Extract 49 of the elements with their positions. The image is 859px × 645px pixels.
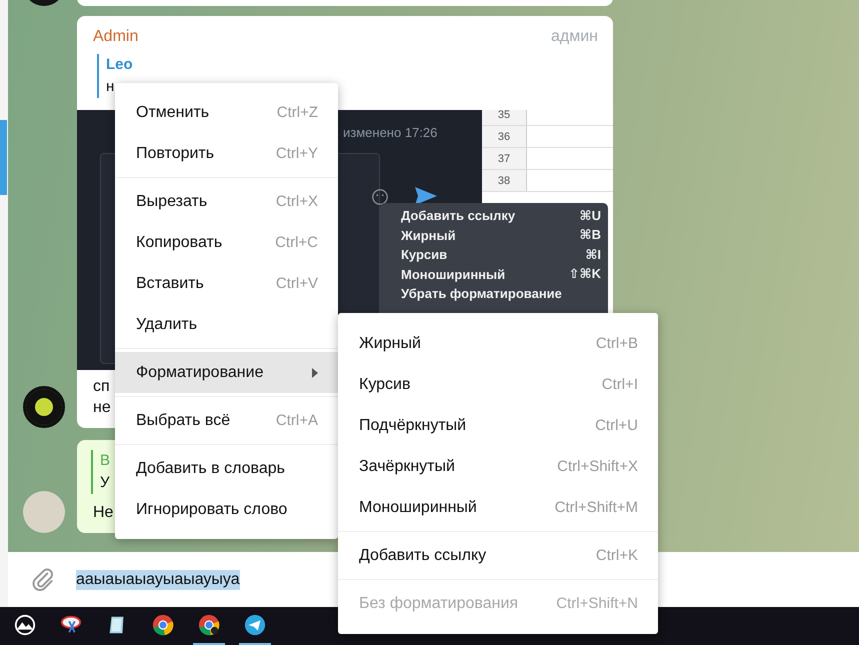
menu-item-label: Жирный	[401, 228, 456, 243]
menu-item[interactable]: Игнорировать слово	[115, 489, 338, 530]
row-number: 37	[482, 148, 527, 169]
sender-name: Admin	[93, 28, 138, 46]
menu-item[interactable]: Курсив Ctrl+I	[338, 364, 658, 405]
quote-text: У	[100, 473, 110, 493]
row-number: 36	[482, 126, 527, 147]
menu-item[interactable]: Вырезать Ctrl+X	[115, 181, 338, 222]
menu-item-label: Добавить ссылку	[401, 208, 516, 224]
menu-item-label: Курсив	[401, 247, 448, 262]
quote-author: В	[100, 451, 110, 471]
menu-item[interactable]: Добавить в словарь	[115, 448, 338, 489]
shortcut-label: ⌘U	[580, 208, 601, 224]
menu-item[interactable]: Удалить	[115, 304, 338, 345]
menu-item[interactable]: Форматирование	[115, 352, 338, 393]
menu-item[interactable]: Жирный Ctrl+B	[338, 323, 658, 364]
message-text: Не	[93, 503, 114, 523]
quote-text: н	[106, 77, 114, 97]
paperclip-icon[interactable]	[30, 566, 56, 592]
menu-item[interactable]: Подчёркнутый Ctrl+U	[338, 405, 658, 446]
row-number: 38	[482, 170, 527, 191]
menu-item[interactable]: Выбрать всё Ctrl+A	[115, 400, 338, 441]
menu-item[interactable]: Моноширинный Ctrl+Shift+M	[338, 487, 658, 528]
menu-item[interactable]: Зачёркнутый Ctrl+Shift+X	[338, 446, 658, 487]
shortcut-label: ⌘B	[580, 227, 601, 244]
edited-label: изменено 17:26	[343, 125, 438, 140]
row-number: 35	[482, 110, 527, 125]
avatar	[23, 386, 65, 428]
menu-item[interactable]: Повторить Ctrl+Y	[115, 133, 338, 174]
avatar	[23, 491, 65, 533]
role-label: админ	[550, 28, 598, 46]
message-text: не	[93, 398, 111, 418]
menu-item-label: Моноширинный	[401, 266, 506, 282]
smiley-icon	[371, 188, 389, 206]
menu-item-label: Убрать форматирование	[401, 286, 562, 302]
message-input[interactable]: ааыаыаыауыаыауыуа	[76, 570, 240, 590]
quote-author: Leo	[106, 55, 133, 75]
message-text: сп	[93, 377, 110, 397]
paper-plane-icon	[244, 614, 266, 636]
shortcut-label: ⇧⌘K	[568, 266, 601, 282]
submenu-arrow-icon	[312, 368, 318, 378]
browser-icon	[152, 614, 174, 636]
menu-item[interactable]: Добавить ссылку Ctrl+K	[338, 535, 658, 576]
menu-item[interactable]: Вставить Ctrl+V	[115, 263, 338, 304]
menu-item[interactable]: Копировать Ctrl+C	[115, 222, 338, 263]
send-icon	[414, 186, 438, 206]
shortcut-label: ⌘I	[585, 246, 601, 263]
mountain-icon	[14, 614, 36, 636]
browser-icon	[198, 614, 220, 636]
